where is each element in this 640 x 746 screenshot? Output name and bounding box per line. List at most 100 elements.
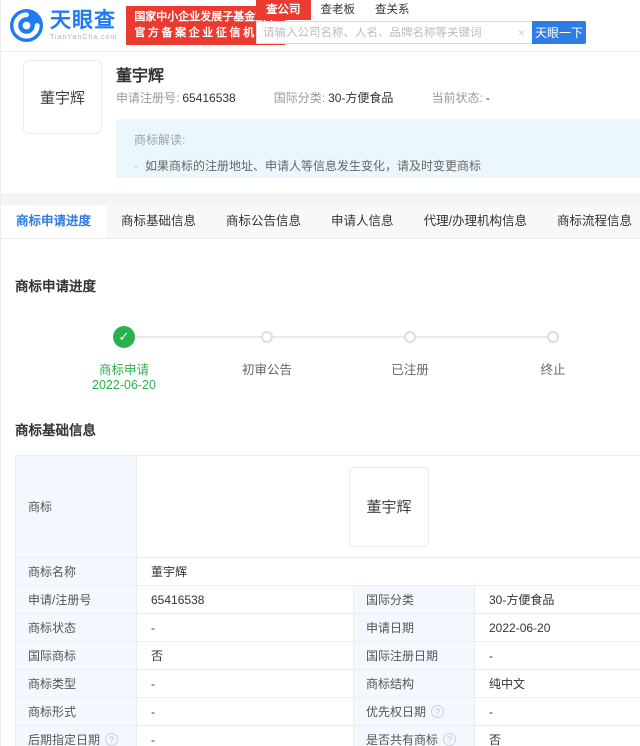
step-circle-icon [404, 331, 416, 343]
step-label-preliminary: 初审公告 [241, 363, 293, 377]
meta-value: - [485, 91, 490, 105]
stepper-track [124, 336, 553, 338]
table-row: 后期指定日期 ? - 是否共有商标 ? 否 [16, 726, 640, 746]
cell-label: 商标状态 [16, 614, 137, 641]
search-input[interactable] [257, 26, 511, 39]
table-row: 商标状态 - 申请日期 2022-06-20 [16, 614, 640, 642]
step-label-application: 商标申请 [98, 363, 150, 377]
logo-text: 天眼查 TianYanCha.com [50, 9, 118, 42]
cell-label: 申请日期 [354, 614, 475, 641]
cell-label: 优先权日期 ? [354, 698, 475, 725]
cell-value: - [475, 642, 640, 669]
cell-value: - [137, 698, 354, 725]
cell-label: 国际分类 [354, 586, 475, 613]
trademark-meta: 申请注册号: 65416538 国际分类: 30-方便食品 当前状态: - [116, 89, 490, 106]
search-area: 查公司 查老板 查关系 × 天眼一下 [256, 0, 586, 44]
table-row: 国际商标 否 国际注册日期 - [16, 642, 640, 670]
meta-label: 国际分类: [273, 91, 326, 105]
cell-label-text: 后期指定日期 [28, 733, 101, 746]
section-divider [1, 193, 640, 205]
page: 天眼查 TianYanCha.com 国家中小企业发展子基金旗下 官方备案企业征… [0, 0, 640, 746]
search-tab-relation[interactable]: 查关系 [365, 0, 420, 20]
tianyancha-logo[interactable]: 天眼查 TianYanCha.com [9, 8, 117, 43]
tab-applicant-info[interactable]: 申请人信息 [316, 205, 409, 238]
table-row: 商标类型 - 商标结构 纯中文 [16, 670, 640, 698]
cell-value: 纯中文 [475, 670, 640, 697]
meta-label: 申请注册号: [116, 91, 180, 105]
brand-domain: TianYanCha.com [50, 34, 118, 41]
help-icon[interactable]: ? [105, 733, 119, 746]
table-row: 商标 董宇辉 [16, 456, 640, 558]
cell-label: 后期指定日期 ? [16, 726, 137, 746]
tab-application-progress[interactable]: 商标申请进度 [1, 205, 107, 238]
table-row: 商标名称 董宇辉 [16, 558, 640, 586]
cell-label: 商标类型 [16, 670, 137, 697]
cell-label: 商标结构 [354, 670, 475, 697]
cell-label-name: 商标名称 [16, 558, 137, 585]
cell-value: 否 [137, 642, 354, 669]
meta-current-status: 当前状态: - [431, 89, 489, 106]
basic-info-table: 商标 董宇辉 商标名称 董宇辉 申请/注册号 65416538 国际分类 30-… [15, 455, 640, 746]
interpretation-text: 如果商标的注册地址、申请人等信息发生变化，请及时变更商标 [145, 159, 482, 173]
meta-value: 65416538 [182, 91, 236, 105]
trademark-image: 董宇辉 [349, 466, 429, 547]
search-tabs: 查公司 查老板 查关系 [256, 0, 586, 20]
cell-value: 65416538 [137, 586, 354, 613]
search-bar: × 天眼一下 [256, 21, 586, 44]
progress-section-heading: 商标申请进度 [15, 279, 96, 294]
cell-label-trademark: 商标 [16, 456, 137, 557]
search-tab-boss[interactable]: 查老板 [311, 0, 366, 20]
cell-label: 申请/注册号 [16, 586, 137, 613]
help-icon[interactable]: ? [431, 705, 445, 718]
meta-label: 当前状态: [431, 91, 483, 105]
cell-label: 商标形式 [16, 698, 137, 725]
detail-tabbar: 商标申请进度 商标基础信息 商标公告信息 申请人信息 代理/办理机构信息 商标流… [1, 205, 640, 239]
step-circle-icon [547, 331, 559, 343]
tab-announcement-info[interactable]: 商标公告信息 [211, 205, 316, 238]
help-icon[interactable]: ? [443, 733, 457, 746]
table-row: 商标形式 - 优先权日期 ? - [16, 698, 640, 726]
meta-value: 30-方便食品 [328, 91, 394, 105]
clear-icon[interactable]: × [511, 26, 532, 40]
step-date-application: 2022-06-20 [92, 378, 156, 392]
cell-value: - [137, 614, 354, 641]
cell-value-name: 董宇辉 [137, 558, 640, 585]
tab-process-info[interactable]: 商标流程信息 [542, 205, 640, 238]
interpretation-item: · 如果商标的注册地址、申请人等信息发生变化，请及时变更商标 [134, 157, 640, 174]
tab-agency-info[interactable]: 代理/办理机构信息 [409, 205, 542, 238]
step-done-check-icon: ✓ [113, 326, 135, 348]
basic-info-section-heading: 商标基础信息 [15, 423, 96, 438]
top-header: 天眼查 TianYanCha.com 国家中小企业发展子基金旗下 官方备案企业征… [1, 0, 640, 52]
table-row: 申请/注册号 65416538 国际分类 30-方便食品 [16, 586, 640, 614]
brand-name: 天眼查 [50, 9, 116, 32]
cell-label-text: 优先权日期 [366, 705, 427, 719]
search-box: × [256, 21, 532, 44]
cell-label: 是否共有商标 ? [354, 726, 475, 746]
main-content: 商标申请进度 ✓ 商标申请 2022-06-20 初审公告 已注册 终止 商标基… [1, 239, 640, 746]
eye-logo-icon [9, 8, 44, 43]
step-label-terminated: 终止 [540, 363, 566, 377]
search-tab-company[interactable]: 查公司 [256, 0, 311, 20]
cell-value: - [475, 698, 640, 725]
step-label-registered: 已注册 [391, 363, 429, 377]
cell-value: 2022-06-20 [475, 614, 640, 641]
step-circle-icon [261, 331, 273, 343]
trademark-hero: 董宇辉 董宇辉 申请注册号: 65416538 国际分类: 30-方便食品 当前状态… [1, 52, 640, 193]
trademark-title: 董宇辉 [116, 68, 165, 85]
cell-value: - [137, 726, 354, 746]
bullet-dot: · [134, 159, 138, 173]
cell-value: - [137, 670, 354, 697]
application-progress-stepper: ✓ 商标申请 2022-06-20 初审公告 已注册 终止 [1, 303, 640, 403]
meta-intl-class: 国际分类: 30-方便食品 [274, 89, 394, 106]
meta-reg-number: 申请注册号: 65416538 [116, 89, 236, 106]
cell-label: 国际注册日期 [354, 642, 475, 669]
cell-label: 国际商标 [16, 642, 137, 669]
search-button[interactable]: 天眼一下 [532, 21, 586, 44]
cell-value: 否 [475, 726, 640, 746]
cell-label-text: 是否共有商标 [366, 733, 439, 746]
trademark-thumbnail: 董宇辉 [23, 60, 102, 134]
trademark-interpretation-box: 商标解读: · 如果商标的注册地址、申请人等信息发生变化，请及时变更商标 [116, 119, 640, 178]
tab-basic-info[interactable]: 商标基础信息 [106, 205, 211, 238]
cell-value-trademark-image: 董宇辉 [137, 456, 640, 557]
cell-value: 30-方便食品 [475, 586, 640, 613]
